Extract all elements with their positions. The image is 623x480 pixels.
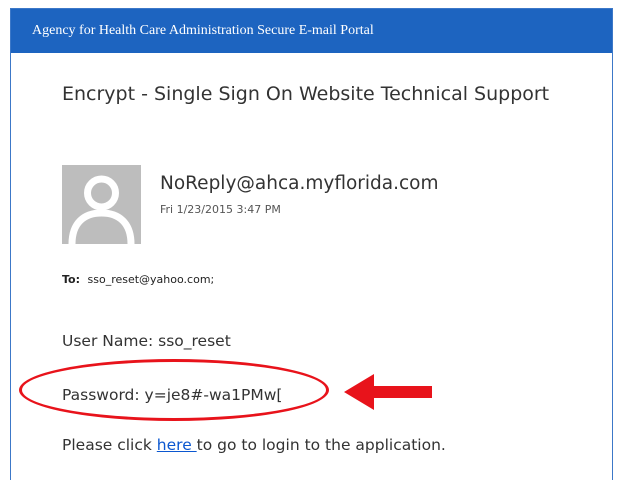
recipient-line: To: sso_reset@yahoo.com; (62, 273, 214, 286)
instruction-suffix: to go to login to the application. (196, 436, 446, 454)
sender-avatar-icon (62, 165, 141, 244)
to-label: To: (62, 273, 80, 286)
red-ellipse-highlight (19, 359, 329, 421)
person-silhouette-icon (62, 165, 141, 244)
portal-header-title: Agency for Health Care Administration Se… (11, 9, 612, 53)
sent-date: Fri 1/23/2015 3:47 PM (160, 203, 281, 216)
sender-address: NoReply@ahca.myflorida.com (160, 173, 439, 194)
login-link[interactable]: here (157, 436, 197, 454)
recipient-address: sso_reset@yahoo.com; (87, 273, 215, 286)
user-name-line: User Name: sso_reset (62, 332, 231, 350)
red-arrow-icon (344, 374, 432, 410)
instruction-prefix: Please click (62, 436, 157, 454)
email-subject: Encrypt - Single Sign On Website Technic… (62, 83, 550, 105)
login-instruction-line: Please click here to go to login to the … (62, 436, 446, 454)
